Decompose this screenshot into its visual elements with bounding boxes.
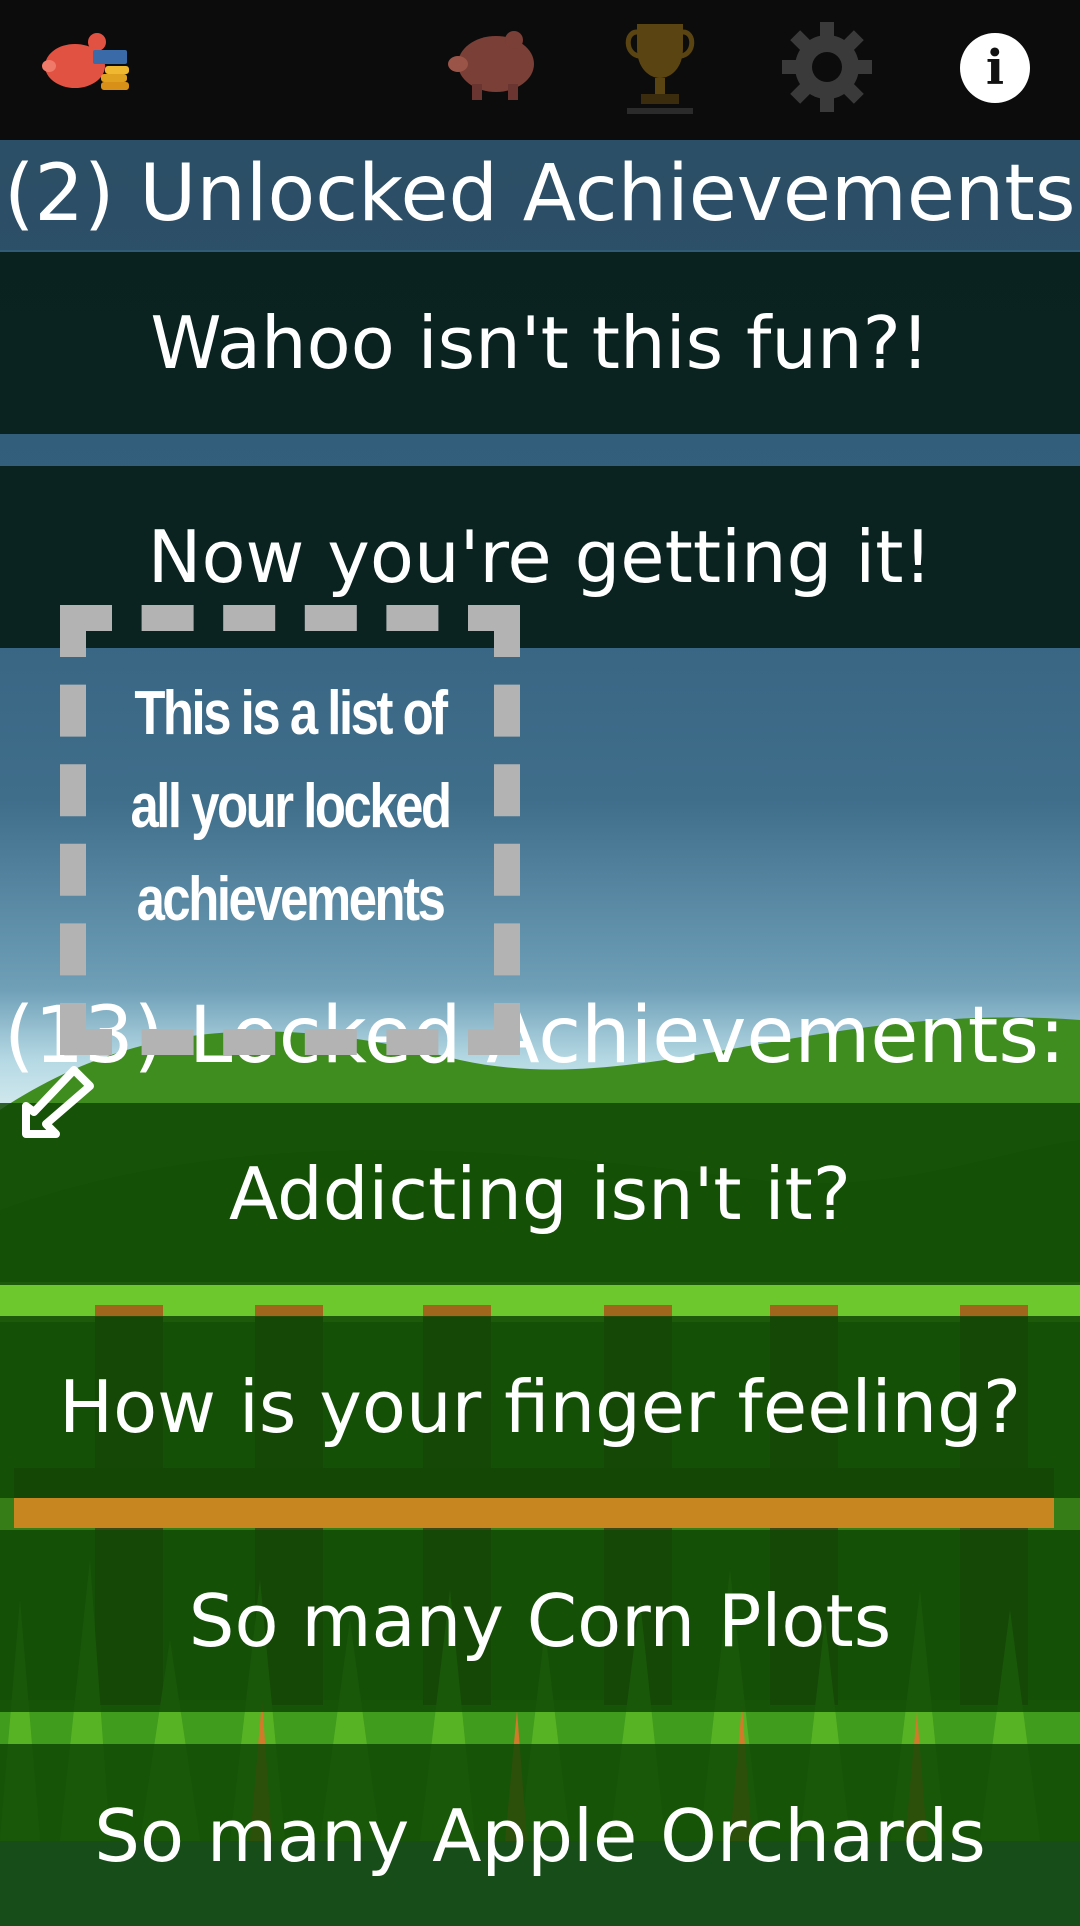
achievement-item[interactable]: Wahoo isn't this fun?! [0, 252, 1080, 434]
trophy-icon[interactable] [625, 18, 695, 116]
top-bar: i [0, 0, 1080, 140]
unlocked-achievements-header: (2) Unlocked Achievements: [0, 140, 1080, 250]
piggy-bank-icon[interactable] [444, 24, 540, 104]
gear-icon[interactable] [780, 20, 874, 114]
unlocked-achievements-title: (2) Unlocked Achievements: [4, 149, 1080, 239]
info-icon[interactable]: i [960, 33, 1030, 103]
achievement-item[interactable]: Addicting isn't it? [0, 1103, 1080, 1285]
tutorial-tooltip: This is a list of all your locked achiev… [60, 605, 520, 1055]
achievement-item[interactable]: How is your finger feeling? [0, 1316, 1080, 1498]
pointer-arrow-icon [22, 1066, 94, 1138]
achievement-item[interactable]: So many Apple Orchards [0, 1744, 1080, 1926]
tooltip-text: This is a list of all your locked achiev… [130, 679, 452, 934]
achievement-item[interactable]: So many Corn Plots [0, 1530, 1080, 1712]
piggy-bank-coins-icon[interactable] [35, 28, 135, 100]
